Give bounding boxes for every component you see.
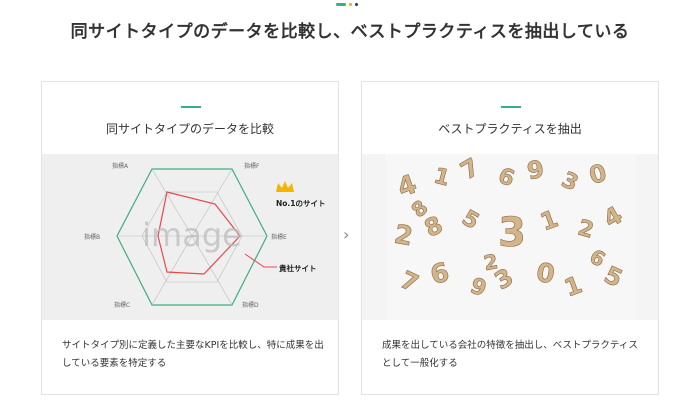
legend-pointer-line (244, 253, 277, 268)
wooden-numbers-illustration: 4 1 7 6 9 3 02 8 5 3 1 2 47 6 9 3 0 1 5862 (386, 154, 636, 320)
radar-chart-illustration: image 指標A 指標F 指標E 指標D 指標C 指標B No.1のサイト 貴… (42, 154, 338, 320)
best-practice-card: ベストプラクティスを抽出 417693028531247693015862 成果… (361, 81, 659, 395)
compare-card: 同サイトタイプのデータを比較 image 指標A 指標F 指標E 指標D 指標C… (41, 81, 339, 395)
active-dot (336, 3, 346, 6)
axis-label-f: 指標F (244, 162, 260, 170)
radar-chart: image 指標A 指標F 指標E 指標D 指標C 指標B No.1のサイト 貴… (84, 162, 326, 309)
axis-label-d: 指標D (242, 301, 259, 309)
wooden-numbers-photo: 417693028531247693015862 (362, 154, 658, 320)
axis-label-e: 指標E (271, 233, 287, 241)
axis-label-a: 指標A (112, 162, 129, 170)
card-description: 成果を出している会社の特徴を抽出し、ベストプラクティスとして一般化する (382, 340, 638, 369)
dot (355, 3, 358, 6)
card-description: サイトタイプ別に定義した主要なKPIを比較し、特に成果を出している要素を特定する (62, 340, 324, 369)
dot (349, 3, 352, 6)
card-title: ベストプラクティスを抽出 (438, 122, 582, 136)
title-accent-line (181, 106, 201, 108)
pagination-dots (336, 3, 358, 6)
axis-label-c: 指標C (114, 301, 130, 309)
section-headline: 同サイトタイプのデータを比較し、ベストプラクティスを抽出している (70, 22, 630, 42)
axis-label-b: 指標B (84, 233, 100, 241)
wooden-number: 3 (498, 210, 526, 256)
title-accent-line (501, 106, 521, 108)
chevron-right-icon: › (343, 225, 350, 244)
crown-icon (276, 181, 294, 192)
image-placeholder-text: image (142, 216, 242, 254)
legend-top-site: No.1のサイト (276, 199, 326, 208)
card-title: 同サイトタイプのデータを比較 (105, 122, 274, 136)
legend-own-site: 貴社サイト (279, 263, 317, 273)
